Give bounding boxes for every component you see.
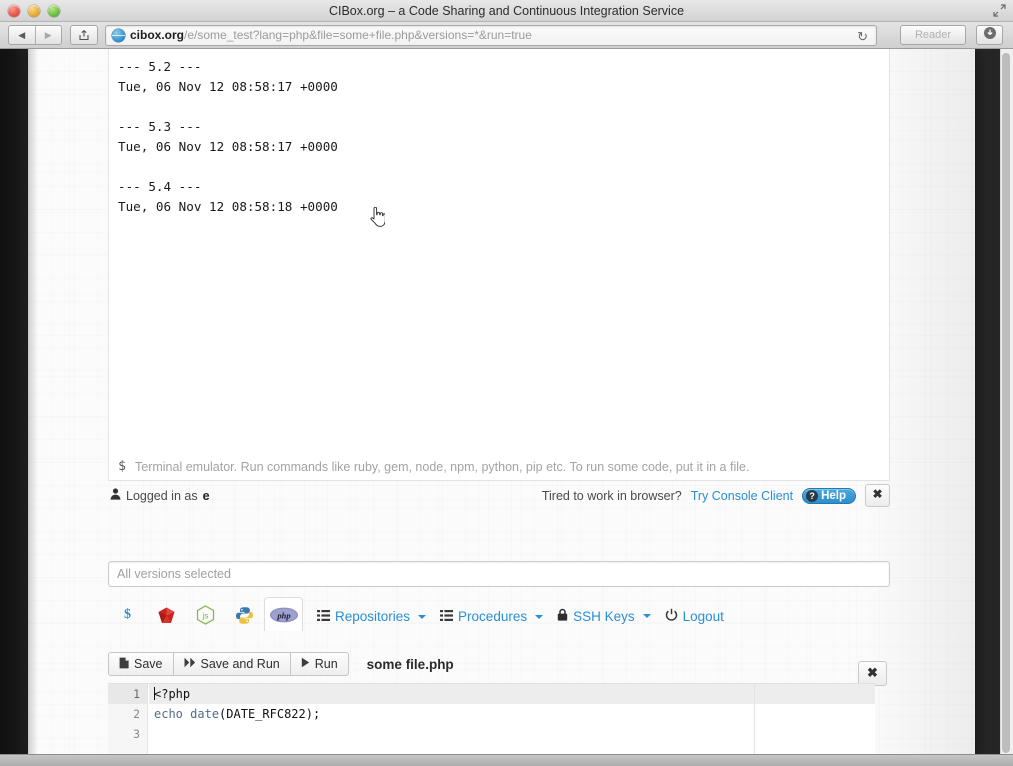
logged-in-status: Logged in as e: [110, 488, 210, 503]
status-right-group: Tired to work in browser? Try Console Cl…: [542, 484, 890, 507]
logged-in-label: Logged in as: [126, 488, 198, 503]
dollar-icon: $: [124, 607, 131, 622]
play-icon: [301, 657, 310, 671]
window-bottom-edge: [0, 754, 1013, 766]
terminal-command-input[interactable]: Terminal emulator. Run commands like rub…: [135, 460, 749, 474]
reader-button[interactable]: Reader: [900, 25, 966, 45]
downloads-button[interactable]: [976, 25, 1003, 45]
terminal-output-panel[interactable]: --- 5.2 --- Tue, 06 Nov 12 08:58:17 +000…: [108, 49, 890, 453]
save-button[interactable]: Save: [108, 652, 173, 676]
nav-label-repositories: Repositories: [335, 609, 411, 624]
help-button[interactable]: ? Help: [802, 487, 856, 504]
language-tab-shell[interactable]: $: [108, 599, 147, 631]
versions-input[interactable]: All versions selected: [108, 561, 890, 587]
file-icon: [119, 657, 129, 672]
try-console-client-link[interactable]: Try Console Client: [691, 489, 793, 503]
code-line-3[interactable]: [149, 724, 875, 744]
terminal-prompt-row[interactable]: $ Terminal emulator. Run commands like r…: [108, 453, 890, 481]
save-button-label: Save: [134, 657, 163, 671]
editor-toolbar: Save Save and Run Run some file.php: [108, 649, 890, 679]
page-scrollbar-thumb[interactable]: [1002, 53, 1010, 753]
nodejs-hexagon-icon: js: [196, 605, 215, 625]
chevron-down-icon: [535, 614, 544, 619]
tired-text: Tired to work in browser?: [541, 488, 682, 503]
logged-in-username: e: [202, 488, 210, 503]
help-label: Help: [821, 489, 846, 502]
language-tab-python[interactable]: [225, 599, 264, 631]
prompt-dollar-icon: $: [118, 459, 126, 474]
fast-forward-icon: [184, 657, 196, 671]
code-text: (DATE_RFC822);: [219, 707, 321, 721]
nav-item-logout[interactable]: Logout: [665, 608, 724, 631]
nav-item-ssh-keys[interactable]: SSH Keys: [557, 608, 651, 631]
svg-text:php: php: [276, 610, 290, 620]
chevron-down-icon: [418, 614, 427, 619]
code-keyword: echo: [154, 707, 183, 721]
run-button[interactable]: Run: [289, 652, 349, 676]
list-icon: [440, 609, 454, 624]
line-number: 2: [133, 707, 140, 721]
list-icon: [317, 609, 330, 624]
fullscreen-icon[interactable]: [993, 4, 1006, 17]
power-icon: [665, 608, 678, 624]
python-icon: [236, 606, 253, 624]
page-scrollbar-track[interactable]: [1000, 49, 1013, 766]
window-titlebar: CIBox.org – a Code Sharing and Continuou…: [0, 0, 1013, 22]
status-bar: Logged in as e Tired to work in browser?…: [108, 482, 890, 509]
reload-icon[interactable]: ↻: [857, 27, 868, 45]
php-elephant-icon: php: [269, 607, 298, 622]
close-terminal-button[interactable]: ✖: [865, 484, 890, 507]
svg-text:js: js: [202, 611, 209, 620]
nav-label-logout: Logout: [682, 608, 724, 624]
question-mark-icon: ?: [806, 489, 819, 502]
nav-label-procedures: Procedures: [458, 609, 528, 624]
editor-button-group: Save Save and Run Run: [108, 652, 349, 676]
browser-window: CIBox.org – a Code Sharing and Continuou…: [0, 0, 1013, 766]
terminal-output-text: --- 5.2 --- Tue, 06 Nov 12 08:58:17 +000…: [118, 59, 338, 214]
ruby-gem-icon: [158, 607, 175, 623]
browser-toolbar: ◀ ▶ cibox.org/e/some_test?lang=php&file=…: [0, 22, 1013, 49]
forward-button[interactable]: ▶: [36, 26, 62, 44]
share-button[interactable]: [70, 25, 98, 45]
code-function: date: [190, 707, 220, 721]
editor-file-name: some file.php: [366, 656, 454, 672]
language-tab-ruby[interactable]: [147, 599, 186, 631]
chevron-down-icon: [642, 614, 651, 618]
url-host: cibox.org: [130, 28, 185, 42]
main-navigation: $ js php Repositories Procedures SSH Key…: [108, 597, 890, 631]
save-and-run-button-label: Save and Run: [200, 657, 280, 671]
nav-buttons: ◀ ▶: [8, 25, 62, 45]
site-globe-icon: [112, 29, 125, 42]
save-and-run-button[interactable]: Save and Run: [172, 652, 290, 676]
back-button[interactable]: ◀: [9, 26, 36, 44]
language-tab-nodejs[interactable]: js: [186, 599, 225, 631]
page-viewport: --- 5.2 --- Tue, 06 Nov 12 08:58:17 +000…: [0, 49, 1013, 766]
nav-item-repositories[interactable]: Repositories: [317, 609, 427, 631]
run-button-label: Run: [314, 657, 338, 671]
code-text: <?php: [154, 687, 191, 701]
code-line-2[interactable]: echo date(DATE_RFC822);: [149, 704, 875, 724]
lock-icon: [557, 608, 568, 624]
window-title: CIBox.org – a Code Sharing and Continuou…: [328, 4, 685, 18]
nav-label-ssh-keys: SSH Keys: [573, 608, 635, 624]
language-tab-php[interactable]: php: [264, 597, 303, 631]
url-path: /e/some_test?lang=php&file=some+file.php…: [184, 28, 532, 42]
address-bar[interactable]: cibox.org/e/some_test?lang=php&file=some…: [105, 25, 877, 46]
user-icon: [110, 488, 121, 503]
line-number: 3: [133, 727, 140, 741]
line-number: 1: [108, 684, 147, 704]
code-line-1[interactable]: <?php: [149, 684, 875, 704]
url-text: cibox.org/e/some_test?lang=php&file=some…: [130, 26, 532, 45]
paper-shadow-left: [28, 49, 38, 766]
nav-item-procedures[interactable]: Procedures: [440, 609, 544, 631]
